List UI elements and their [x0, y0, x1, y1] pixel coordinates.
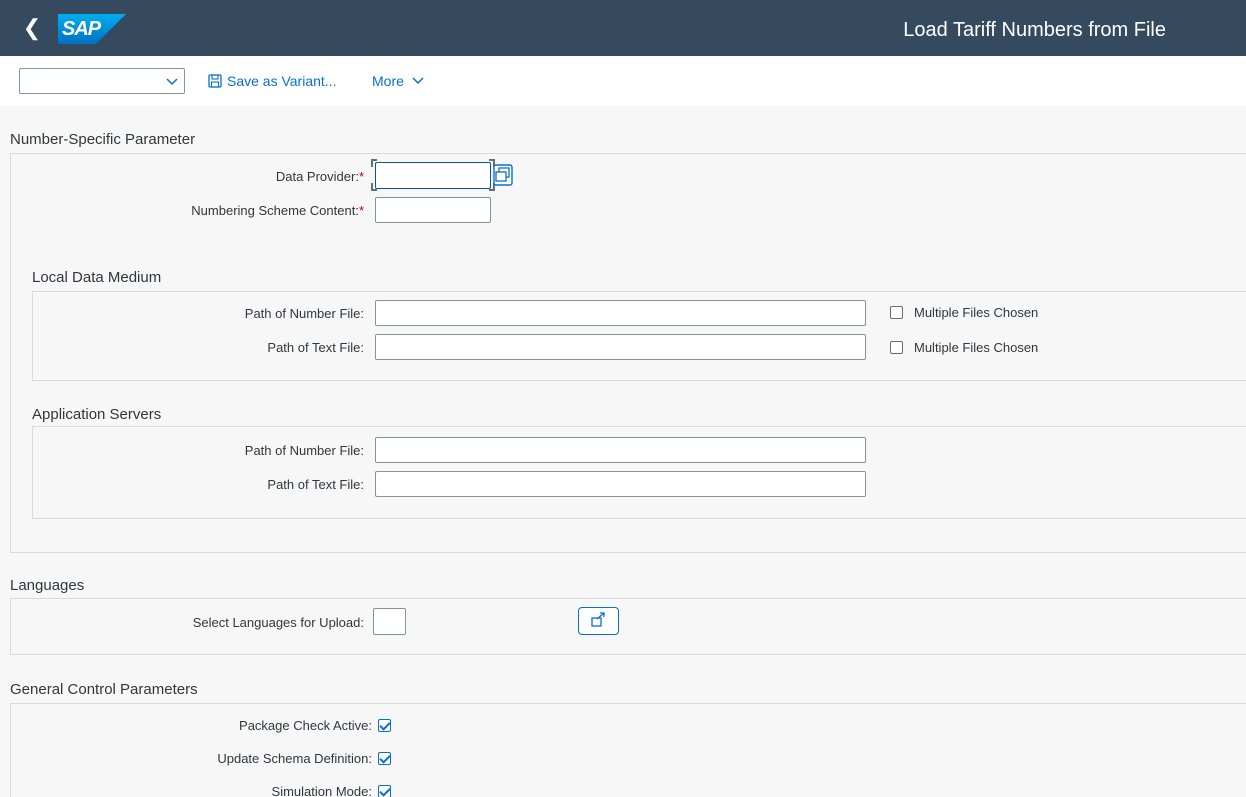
- select-languages-label: Select Languages for Upload:: [192, 615, 364, 630]
- app-number-file-input[interactable]: [375, 437, 866, 463]
- more-label: More: [372, 73, 404, 89]
- shell-bar: ❮ SAP Load Tariff Numbers from File: [0, 0, 1246, 56]
- simulation-mode-checkbox[interactable]: [378, 785, 391, 797]
- select-languages-input[interactable]: [373, 608, 406, 635]
- section-title-languages: Languages: [10, 577, 85, 594]
- chevron-down-icon: [165, 71, 179, 94]
- toolbar: Save as Variant... More: [0, 56, 1246, 107]
- local-number-file-input[interactable]: [375, 300, 866, 326]
- numbering-scheme-input[interactable]: [375, 197, 491, 223]
- value-help-icon[interactable]: [493, 163, 513, 187]
- numbering-scheme-label: Numbering Scheme Content:*: [191, 203, 364, 218]
- sap-logo-text: SAP: [62, 18, 101, 40]
- update-schema-checkbox[interactable]: [378, 752, 391, 765]
- general-control-group: [10, 703, 1246, 797]
- chevron-down-icon: [412, 77, 424, 85]
- variant-select[interactable]: [19, 68, 185, 94]
- multiple-files-label-1: Multiple Files Chosen: [914, 305, 1039, 320]
- save-as-variant-label: Save as Variant...: [227, 73, 337, 89]
- section-title-local-data-medium: Local Data Medium: [32, 269, 162, 286]
- multiple-selection-button[interactable]: [578, 607, 619, 635]
- multiple-files-checkbox-2[interactable]: [890, 341, 903, 354]
- section-title-application-servers: Application Servers: [32, 406, 162, 423]
- focus-bracket: [371, 183, 377, 191]
- package-check-checkbox[interactable]: [378, 719, 391, 732]
- section-title-general-control: General Control Parameters: [10, 681, 198, 698]
- app-title: Load Tariff Numbers from File: [903, 19, 1166, 41]
- focus-bracket: [371, 159, 377, 167]
- local-text-file-input[interactable]: [375, 334, 866, 360]
- local-text-file-label: Path of Text File:: [267, 340, 364, 355]
- multiple-files-label-2: Multiple Files Chosen: [914, 340, 1039, 355]
- save-icon: [208, 74, 222, 88]
- local-number-file-label: Path of Number File:: [244, 306, 364, 321]
- content-area: Number-Specific Parameter Data Provider:…: [0, 106, 1246, 797]
- package-check-label: Package Check Active:: [239, 718, 372, 733]
- update-schema-label: Update Schema Definition:: [217, 751, 372, 766]
- multiple-files-checkbox-1[interactable]: [890, 306, 903, 319]
- section-title-number-specific: Number-Specific Parameter: [10, 131, 196, 148]
- multiple-selection-icon: [591, 612, 605, 627]
- save-as-variant-button[interactable]: Save as Variant...: [208, 73, 336, 89]
- app-number-file-label: Path of Number File:: [244, 443, 364, 458]
- app-text-file-input[interactable]: [375, 471, 866, 497]
- app-text-file-label: Path of Text File:: [267, 477, 364, 492]
- simulation-mode-label: Simulation Mode:: [271, 784, 372, 797]
- data-provider-input[interactable]: [375, 162, 491, 189]
- back-icon[interactable]: ❮: [18, 14, 46, 42]
- data-provider-label: Data Provider:*: [275, 169, 364, 184]
- more-button[interactable]: More: [372, 73, 425, 89]
